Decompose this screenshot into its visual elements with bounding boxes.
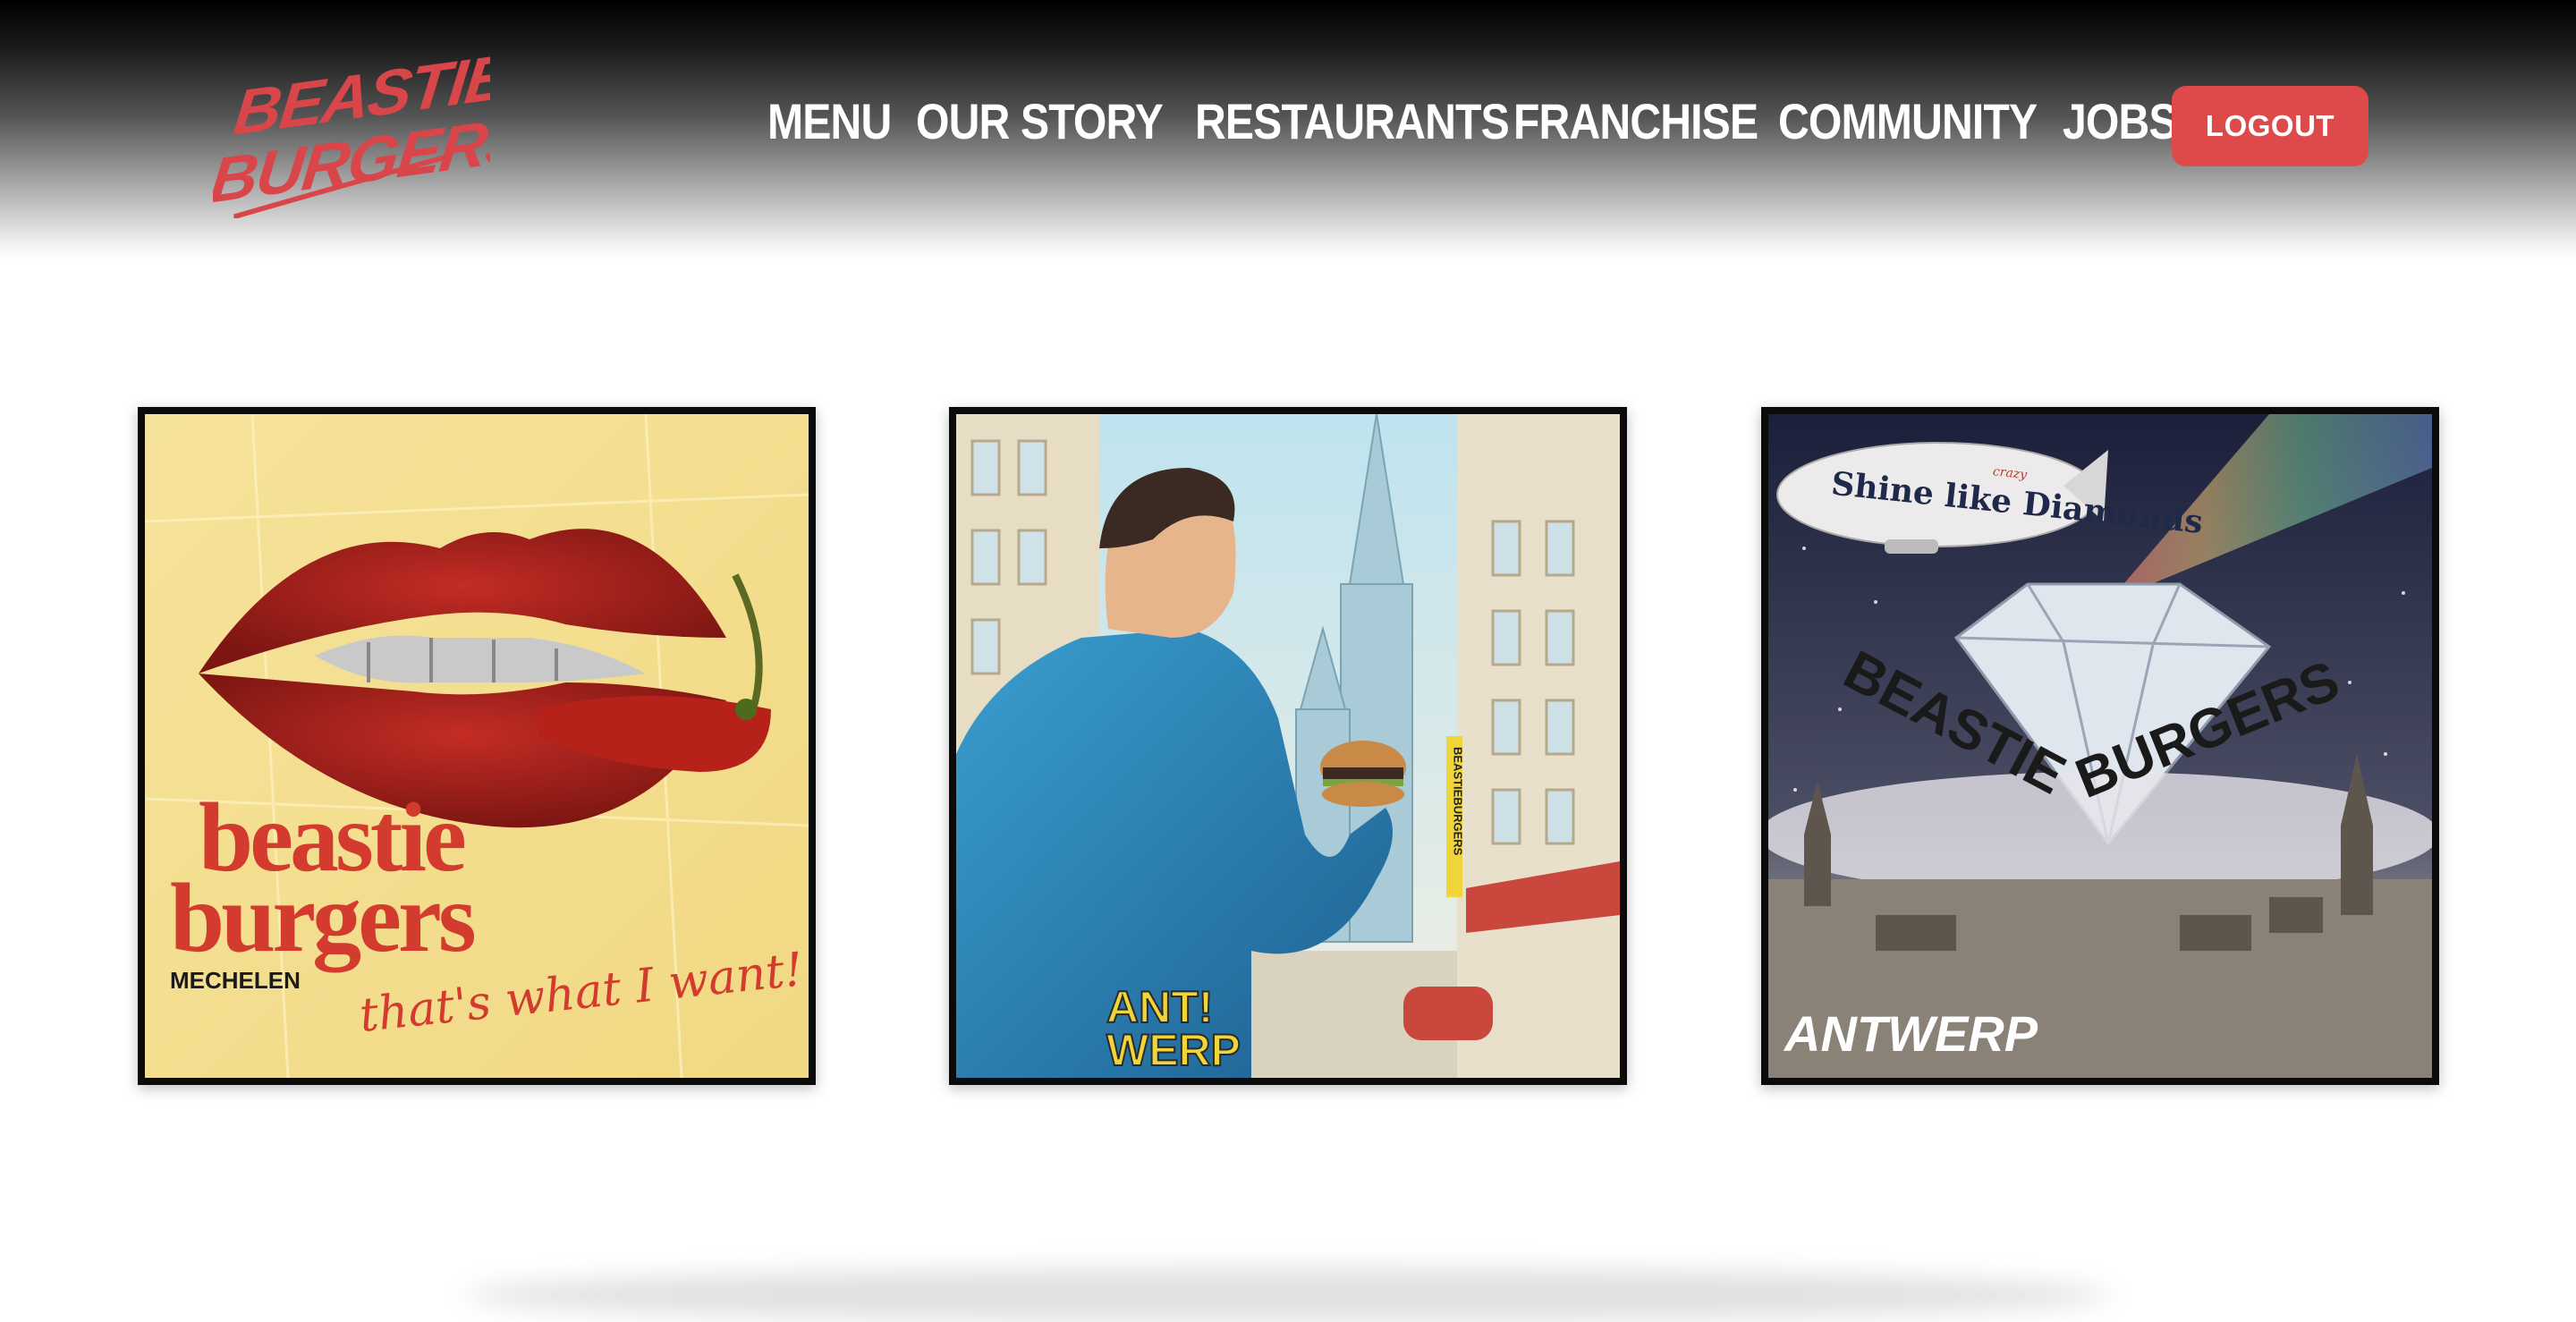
beastie-burgers-logo[interactable]: BEASTIE BURGERS: [207, 39, 534, 220]
poster-mechelen-art: beastie burgers MECHELEN that's what I w…: [145, 414, 809, 1078]
site-header: BEASTIE BURGERS MENU OUR STORY RESTAURAN…: [0, 0, 2576, 259]
nav-menu[interactable]: MENU: [767, 92, 892, 150]
poster-antwerp-diamond-art: Shine like Diamonds crazy BEASTIE BURGER…: [1768, 414, 2432, 1078]
nav-community[interactable]: COMMUNITY: [1778, 92, 2038, 150]
poster1-city: MECHELEN: [170, 967, 301, 994]
poster-mechelen[interactable]: beastie burgers MECHELEN that's what I w…: [138, 407, 816, 1085]
poster2-sign: BEASTIEBURGERS: [1452, 747, 1465, 856]
section-divider-shadow: [465, 1268, 2111, 1322]
poster-antwerp-man[interactable]: BEASTIEBURGERS ANT! WERP: [949, 407, 1627, 1085]
nav-our-story[interactable]: OUR STORY: [916, 92, 1164, 150]
poster1-line2: burgers: [170, 863, 475, 972]
poster3-city: ANTWERP: [1783, 1005, 2038, 1062]
nav-jobs[interactable]: JOBS: [2063, 92, 2178, 150]
poster2-city-line2: WERP: [1106, 1025, 1241, 1075]
poster-antwerp-diamond[interactable]: Shine like Diamonds crazy BEASTIE BURGER…: [1761, 407, 2439, 1085]
logo-mark: BEASTIE BURGERS: [207, 41, 534, 220]
main-nav: MENU OUR STORY RESTAURANTS FRANCHISE COM…: [767, 85, 2178, 157]
nav-restaurants[interactable]: RESTAURANTS: [1195, 92, 1510, 150]
nav-franchise[interactable]: FRANCHISE: [1513, 92, 1758, 150]
logout-button[interactable]: LOGOUT: [2172, 86, 2368, 166]
poster-antwerp-man-art: BEASTIEBURGERS ANT! WERP: [956, 414, 1620, 1078]
